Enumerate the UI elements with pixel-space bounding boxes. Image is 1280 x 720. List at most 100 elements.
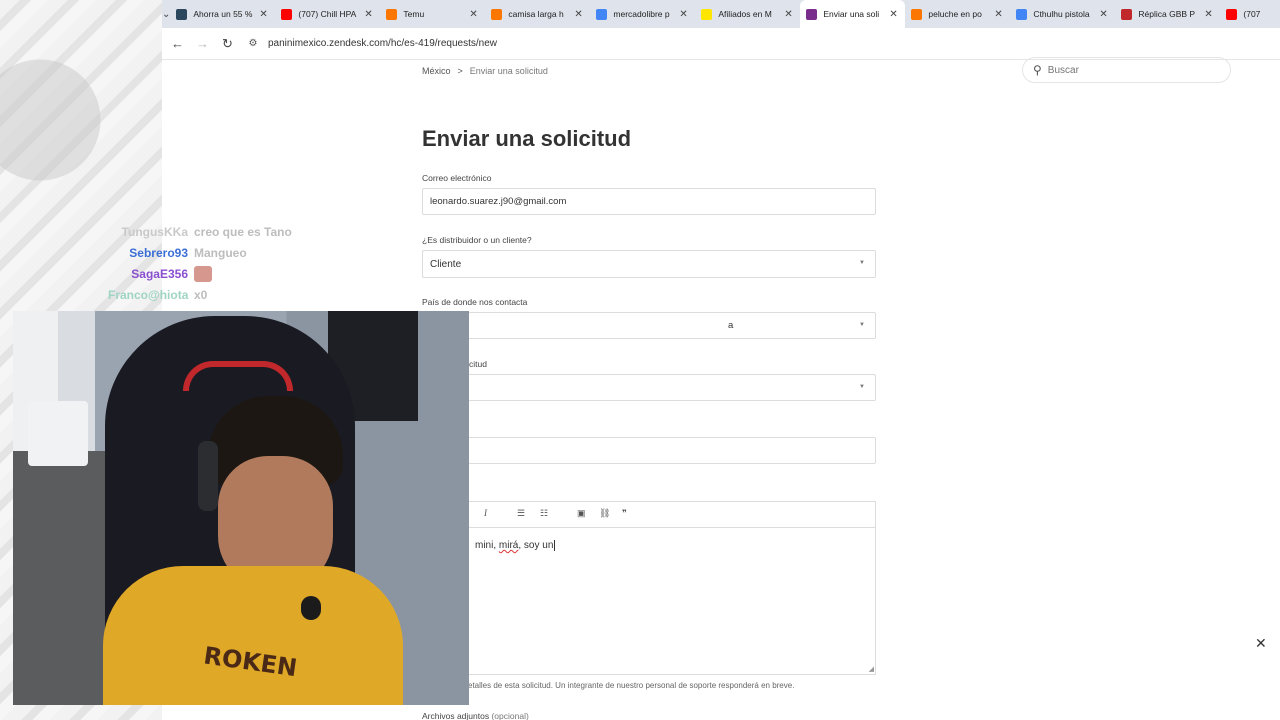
- close-icon[interactable]: ✕: [1255, 635, 1267, 652]
- browser-tab[interactable]: Enviar una soli ✕: [800, 0, 906, 28]
- subject-field[interactable]: [422, 437, 876, 464]
- tab-close-icon[interactable]: ✕: [994, 9, 1004, 20]
- webcam-headset: [198, 441, 218, 511]
- back-arrow-icon[interactable]: ←: [165, 31, 190, 56]
- webcam-microphone: [301, 596, 321, 620]
- chevron-down-icon: ▼: [859, 384, 865, 390]
- url-text: paninimexico.zendesk.com/hc/es-419/reque…: [268, 38, 498, 49]
- browser-tab[interactable]: peluche en po ✕: [905, 0, 1010, 28]
- breadcrumb: México > Enviar una solicitud: [422, 66, 548, 76]
- image-icon[interactable]: ▣: [577, 508, 586, 519]
- page-title: Enviar una solicitud: [422, 126, 632, 151]
- tab-close-icon[interactable]: ✕: [784, 9, 794, 20]
- browser-tab[interactable]: Afiliados en M ✕: [695, 0, 800, 28]
- webcam-air-conditioner: [28, 401, 88, 466]
- reload-icon[interactable]: ↻: [215, 31, 240, 56]
- chat-emote-icon: [194, 265, 212, 282]
- chat-message: Franco@hiota x0: [108, 284, 348, 305]
- description-editor[interactable]: mini, mirá, soy un ◢: [422, 527, 876, 675]
- description-help-text: etalles de esta solicitud. Un integrante…: [468, 681, 795, 690]
- tab-close-icon[interactable]: ✕: [469, 9, 479, 20]
- forward-arrow-icon[interactable]: →: [190, 31, 215, 56]
- webcam-person-shirt: [103, 566, 403, 705]
- webcam-chair-logo: [183, 361, 293, 391]
- email-value: leonardo.suarez.j90@gmail.com: [430, 196, 567, 207]
- google-icon: [596, 8, 608, 20]
- tab-close-icon[interactable]: ✕: [889, 9, 899, 20]
- tab-list: Ahorra un 55 % ✕ (707) Chill HPA ✕ Temu ✕ cami…: [170, 0, 1280, 28]
- tab-label: camisa larga h: [508, 9, 564, 19]
- tab-close-icon[interactable]: ✕: [1099, 9, 1109, 20]
- browser-tab[interactable]: (707) Chill HPA ✕: [275, 0, 380, 28]
- country-select[interactable]: a ▼: [422, 312, 876, 339]
- chat-username: SagaE356: [131, 266, 188, 281]
- request-type-select[interactable]: ▼: [422, 374, 876, 401]
- youtube-icon: [281, 8, 293, 20]
- temu-icon: [386, 8, 398, 20]
- breadcrumb-home-link[interactable]: México: [422, 66, 451, 76]
- mercadolibre-icon: [701, 8, 713, 20]
- chat-text: x0: [194, 287, 208, 302]
- browser-tab-bar: ⌄ Ahorra un 55 % ✕ (707) Chill HPA ✕ Temu ✕ ca…: [162, 0, 1280, 28]
- link-icon[interactable]: ⛓: [599, 508, 610, 519]
- editor-toolbar: I ☰ ☷ ▣ ⛓ ❞: [422, 501, 876, 527]
- email-field[interactable]: leonardo.suarez.j90@gmail.com: [422, 188, 876, 215]
- chevron-down-icon: ▼: [859, 322, 865, 328]
- site-info-icon[interactable]: ⚙: [246, 37, 260, 51]
- browser-tab[interactable]: Réplica GBB P ✕: [1115, 0, 1220, 28]
- youtube-icon: [1226, 8, 1238, 20]
- search-icon: ⚲: [1033, 63, 1042, 77]
- request-type-label: citud: [469, 359, 487, 369]
- tab-label: (707: [1243, 9, 1261, 19]
- tab-close-icon[interactable]: ✕: [574, 9, 584, 20]
- quote-icon[interactable]: ❞: [622, 508, 627, 519]
- chat-message: Sebrero93 Mangueo: [108, 242, 348, 263]
- temu-icon: [911, 8, 923, 20]
- chevron-down-icon: ▼: [859, 260, 865, 266]
- attachments-label: Archivos adjuntos (opcional): [422, 711, 529, 720]
- italic-icon[interactable]: I: [484, 508, 487, 518]
- customer-type-value: Cliente: [430, 258, 462, 270]
- browser-tab[interactable]: Cthulhu pistola ✕: [1010, 0, 1115, 28]
- zendesk-icon: [806, 8, 818, 20]
- tab-search-dropdown-icon[interactable]: ⌄: [162, 0, 170, 28]
- tab-label: Temu: [403, 9, 425, 19]
- stream-chat: TungusKKa creo que es Tano Sebrero93 Mangue…: [108, 221, 348, 305]
- tab-label: Ahorra un 55 %: [193, 9, 253, 19]
- chat-message: TungusKKa creo que es Tano: [108, 221, 348, 242]
- chat-text: creo que es Tano: [194, 224, 292, 239]
- country-label: País de donde nos contacta: [422, 297, 528, 307]
- flag-icon: [1121, 8, 1133, 20]
- chat-message: SagaE356: [108, 263, 348, 284]
- tab-close-icon[interactable]: ✕: [259, 9, 269, 20]
- browser-tab[interactable]: Ahorra un 55 % ✕: [170, 0, 275, 28]
- breadcrumb-current: Enviar una solicitud: [469, 66, 548, 76]
- tab-label: Enviar una soli: [823, 9, 880, 19]
- chat-username: Sebrero93: [129, 245, 188, 260]
- tab-close-icon[interactable]: ✕: [679, 9, 689, 20]
- tab-label: mercadolibre p: [613, 9, 670, 19]
- chat-username: TungusKKa: [121, 224, 188, 239]
- breadcrumb-separator: >: [457, 66, 463, 76]
- browser-tab[interactable]: mercadolibre p ✕: [590, 0, 695, 28]
- steam-icon: [176, 8, 188, 20]
- browser-tab[interactable]: (707: [1220, 0, 1280, 28]
- browser-tab[interactable]: Temu ✕: [380, 0, 485, 28]
- customer-type-select[interactable]: Cliente ▼: [422, 250, 876, 278]
- numbered-list-icon[interactable]: ☷: [540, 508, 548, 519]
- country-value: a: [728, 320, 734, 331]
- webcam-feed: ROKEN: [13, 311, 469, 705]
- tab-label: Afiliados en M: [718, 9, 772, 19]
- tab-close-icon[interactable]: ✕: [364, 9, 374, 20]
- chat-username: Franco@hiota: [108, 287, 189, 302]
- bulleted-list-icon[interactable]: ☰: [517, 508, 525, 519]
- browser-toolbar: ← → ↻ ⚙ paninimexico.zendesk.com/hc/es-4…: [162, 28, 1280, 60]
- tab-close-icon[interactable]: ✕: [1204, 9, 1214, 20]
- address-bar[interactable]: ⚙ paninimexico.zendesk.com/hc/es-419/req…: [246, 32, 498, 56]
- resize-handle-icon[interactable]: ◢: [869, 665, 874, 673]
- search-box[interactable]: ⚲: [1022, 57, 1231, 83]
- browser-tab[interactable]: camisa larga h ✕: [485, 0, 590, 28]
- tab-label: (707) Chill HPA: [298, 9, 357, 19]
- search-input[interactable]: [1047, 64, 1208, 76]
- customer-type-label: ¿Es distribuidor o un cliente?: [422, 235, 532, 245]
